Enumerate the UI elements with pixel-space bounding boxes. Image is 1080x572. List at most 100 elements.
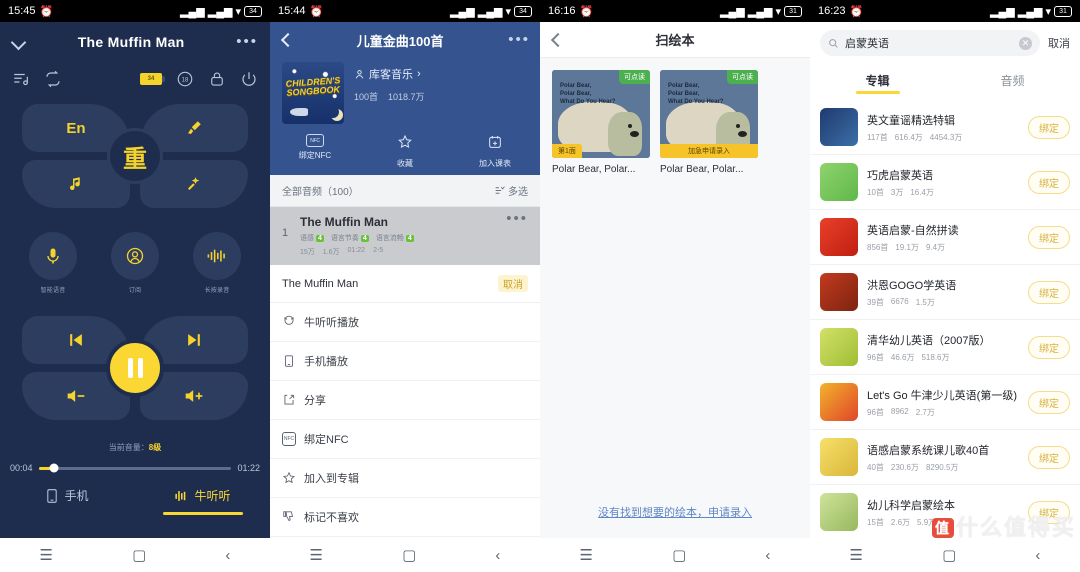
- search-cancel-button[interactable]: 取消: [1048, 35, 1070, 51]
- pad-center-button[interactable]: 重: [107, 128, 163, 184]
- sheet-item-add-album[interactable]: 加入到专辑: [270, 459, 540, 498]
- back-icon[interactable]: ‹: [765, 547, 770, 564]
- bind-button[interactable]: 绑定: [1028, 225, 1070, 249]
- home-icon[interactable]: ▢: [942, 546, 956, 564]
- screenshot-collage: 15:45 ⏰ ▂▄▆ ▂▄▆ ▾ 34 The Muffin Man •••: [0, 0, 1080, 572]
- sheet-item-bind-nfc[interactable]: NFC 绑定NFC: [270, 420, 540, 459]
- result-thumbnail: [820, 273, 858, 311]
- menu-icon[interactable]: ☰: [580, 546, 593, 564]
- bind-button[interactable]: 绑定: [1028, 170, 1070, 194]
- back-icon[interactable]: ‹: [1035, 547, 1040, 564]
- signal-icon: ▂▄▆: [180, 5, 205, 18]
- track-list-header: 全部音频（100） 多选: [270, 175, 540, 207]
- wifi-icon: ▾: [775, 5, 781, 18]
- page-title: The Muffin Man: [77, 34, 185, 50]
- device-battery-icon: 34: [140, 73, 165, 85]
- action-bind-nfc[interactable]: NFC 绑定NFC: [270, 134, 360, 169]
- result-row[interactable]: 幼儿科学启蒙绘本 15首 2.6万 5.9万 绑定: [810, 485, 1080, 540]
- bind-button[interactable]: 绑定: [1028, 280, 1070, 304]
- result-row[interactable]: Let's Go 牛津少儿英语(第一级) 96首 8962 2.7万 绑定: [810, 375, 1080, 430]
- result-title: 巧虎启蒙英语: [867, 169, 933, 182]
- wifi-icon: ▾: [1045, 5, 1051, 18]
- quick-action-subscribe[interactable]: 订阅: [107, 232, 163, 294]
- bind-button[interactable]: 绑定: [1028, 390, 1070, 414]
- home-icon[interactable]: ▢: [402, 546, 416, 564]
- sheet-item-share[interactable]: 分享: [270, 381, 540, 420]
- alarm-icon: ⏰: [579, 5, 594, 18]
- repeat-icon[interactable]: [44, 70, 62, 88]
- output-tab-device[interactable]: 牛听听: [135, 487, 270, 512]
- book-cover-text: Polar Bear, Polar Bear, What Do You Hear?: [668, 83, 724, 105]
- sleep-timer-icon[interactable]: 18: [176, 70, 194, 88]
- status-bar: 16:16 ⏰ ▂▄▆ ▂▄▆ ▾ 31: [540, 0, 810, 22]
- tab-audios[interactable]: 音频: [945, 64, 1080, 100]
- book-badge-page: 第1面: [552, 144, 582, 158]
- action-add-schedule[interactable]: 加入课表: [450, 134, 540, 169]
- svg-text:18: 18: [182, 78, 189, 84]
- current-time: 00:04: [10, 463, 33, 473]
- bind-button[interactable]: 绑定: [1028, 115, 1070, 139]
- result-row[interactable]: 英文童谣精选特辑 117首 616.4万 4454.3万 绑定: [810, 100, 1080, 155]
- album-artist-name: 库客音乐: [369, 69, 413, 81]
- tab-albums[interactable]: 专辑: [810, 64, 945, 100]
- album-cover[interactable]: CHILDREN'S SONGBOOK: [282, 62, 344, 124]
- playlist-icon[interactable]: [12, 70, 30, 88]
- output-tab-phone[interactable]: 手机: [0, 487, 135, 512]
- more-horizontal-icon[interactable]: •••: [236, 34, 258, 49]
- back-icon[interactable]: ‹: [495, 547, 500, 564]
- multi-select-button[interactable]: 多选: [494, 183, 528, 198]
- battery-badge: 31: [784, 5, 802, 17]
- book-badge-request[interactable]: 加急申请录入: [660, 144, 758, 158]
- play-pause-button[interactable]: [106, 339, 164, 397]
- track-more-icon[interactable]: •••: [506, 211, 528, 226]
- action-sheet-cancel[interactable]: 取消: [498, 275, 528, 292]
- bind-button[interactable]: 绑定: [1028, 445, 1070, 469]
- seek-track[interactable]: [38, 463, 232, 473]
- lock-icon[interactable]: [208, 70, 226, 88]
- result-row[interactable]: 清华幼儿英语（2007版） 96首 46.6万 518.6万 绑定: [810, 320, 1080, 375]
- action-favorite[interactable]: 收藏: [360, 134, 450, 169]
- home-icon[interactable]: ▢: [672, 546, 686, 564]
- more-horizontal-icon[interactable]: •••: [508, 32, 530, 47]
- sheet-item-phone-play[interactable]: 手机播放: [270, 342, 540, 381]
- result-title: 英文童谣精选特辑: [867, 114, 955, 127]
- seek-bar[interactable]: 00:04 01:22: [0, 453, 270, 473]
- result-row[interactable]: 英语启蒙-自然拼读 856首 19.1万 9.4万 绑定: [810, 210, 1080, 265]
- player-toolbar: 34 18: [0, 62, 270, 96]
- menu-icon[interactable]: ☰: [850, 546, 863, 564]
- album-artist[interactable]: 库客音乐 ›: [354, 66, 425, 82]
- seek-knob[interactable]: [49, 463, 59, 473]
- status-bar: 15:44 ⏰ ▂▄▆ ▂▄▆ ▾ 34: [270, 0, 540, 22]
- request-entry-link[interactable]: 没有找到想要的绘本，申请录入: [540, 504, 810, 520]
- sheet-item-dislike[interactable]: 标记不喜欢: [270, 498, 540, 537]
- track-tag-score: 4: [316, 234, 324, 242]
- device-icon: [175, 490, 186, 501]
- result-row[interactable]: 洪恩GOGO学英语 39首 6676 1.5万 绑定: [810, 265, 1080, 320]
- book-card[interactable]: Polar Bear, Polar Bear, What Do You Hear? …: [552, 70, 650, 175]
- back-icon[interactable]: ‹: [225, 547, 230, 564]
- clear-icon[interactable]: ✕: [1019, 36, 1032, 50]
- bind-button[interactable]: 绑定: [1028, 500, 1070, 524]
- result-thumbnail: [820, 383, 858, 421]
- quick-action-voice[interactable]: 智能语音: [25, 232, 81, 294]
- quick-action-record[interactable]: 长按录音: [189, 232, 245, 294]
- search-query: 启蒙英语: [845, 38, 889, 50]
- book-title: Polar Bear, Polar...: [660, 164, 744, 175]
- function-pad: En 重: [0, 96, 270, 208]
- track-row[interactable]: 1 The Muffin Man 语感 4 语言节奏 4 语言流畅 4 15万 1.6…: [270, 207, 540, 265]
- power-icon[interactable]: [240, 70, 258, 88]
- chevron-down-icon[interactable]: [12, 35, 26, 49]
- menu-icon[interactable]: ☰: [310, 546, 323, 564]
- chevron-left-icon[interactable]: [280, 34, 292, 46]
- result-row[interactable]: 巧虎启蒙英语 10首 3万 16.4万 绑定: [810, 155, 1080, 210]
- result-row[interactable]: 语感启蒙系统课儿歌40首 40首 230.6万 8290.5万 绑定: [810, 430, 1080, 485]
- bind-button[interactable]: 绑定: [1028, 335, 1070, 359]
- home-icon[interactable]: ▢: [132, 546, 146, 564]
- result-plays: 16.4万: [910, 187, 934, 197]
- volume-down-icon: [67, 390, 85, 402]
- search-input[interactable]: 启蒙英语 ✕: [820, 30, 1040, 56]
- menu-icon[interactable]: ☰: [40, 546, 53, 564]
- book-card[interactable]: Polar Bear, Polar Bear, What Do You Hear? …: [660, 70, 758, 175]
- sheet-item-niutingting-play[interactable]: 牛听听播放: [270, 303, 540, 342]
- chevron-left-icon[interactable]: [550, 34, 562, 46]
